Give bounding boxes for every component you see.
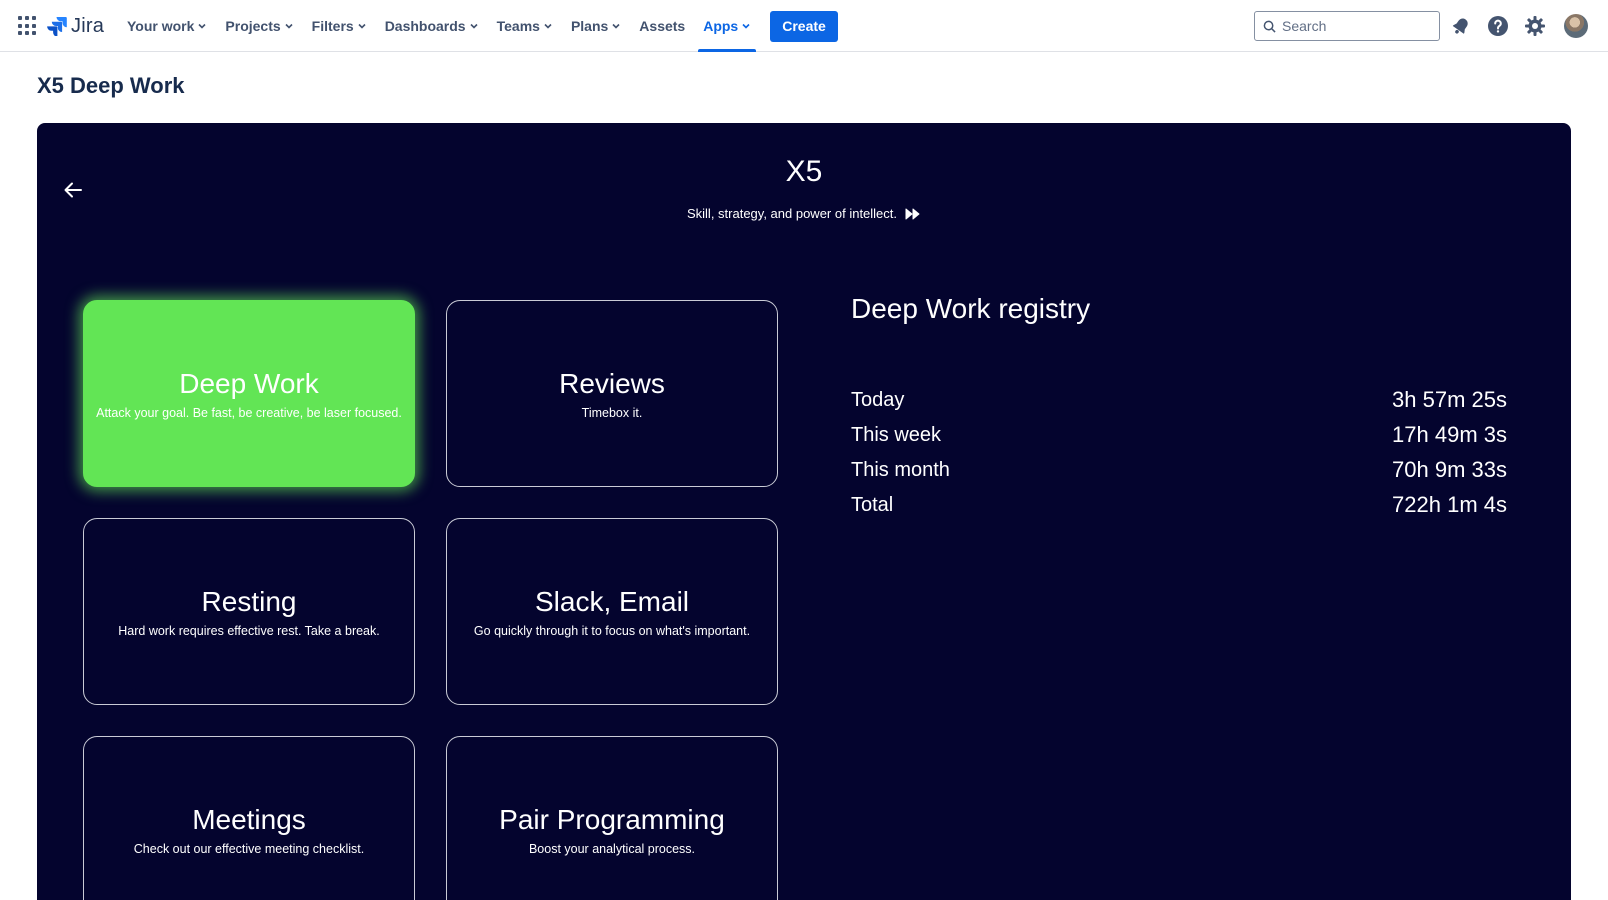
- registry-value: 17h 49m 3s: [1392, 422, 1507, 447]
- help-icon[interactable]: [1486, 14, 1510, 38]
- search-box[interactable]: [1254, 11, 1440, 41]
- nav-label: Projects: [225, 18, 281, 34]
- card-resting[interactable]: Resting Hard work requires effective res…: [83, 518, 415, 705]
- nav-your-work[interactable]: Your work: [118, 0, 216, 52]
- jira-logo[interactable]: Jira: [47, 13, 104, 39]
- nav-filters[interactable]: Filters: [303, 0, 376, 52]
- logo-text: Jira: [71, 14, 105, 37]
- chevron-down-icon: [285, 23, 293, 29]
- app-switcher-icon[interactable]: [18, 16, 38, 36]
- user-avatar[interactable]: [1564, 14, 1588, 38]
- card-title: Reviews: [559, 367, 665, 399]
- registry-row-total: Total 722h 1m 4s: [851, 488, 1507, 522]
- search-input[interactable]: [1282, 18, 1432, 34]
- registry-value: 3h 57m 25s: [1392, 387, 1507, 412]
- card-desc: Boost your analytical process.: [528, 841, 696, 856]
- nav-label: Teams: [496, 18, 540, 34]
- card-meetings[interactable]: Meetings Check out our effective meeting…: [83, 736, 415, 900]
- nav-apps[interactable]: Apps: [694, 0, 760, 52]
- page-title: X5 Deep Work: [37, 73, 185, 98]
- registry-row-today: Today 3h 57m 25s: [851, 383, 1507, 417]
- card-title: Deep Work: [179, 367, 319, 399]
- create-button[interactable]: Create: [770, 10, 838, 42]
- chevron-down-icon: [544, 23, 552, 29]
- hero-title: X5: [785, 155, 823, 188]
- fast-forward-icon[interactable]: [905, 208, 921, 220]
- registry-label: Total: [851, 493, 894, 516]
- nav-plans[interactable]: Plans: [562, 0, 630, 52]
- registry-value: 70h 9m 33s: [1392, 457, 1507, 482]
- card-desc: Hard work requires effective rest. Take …: [118, 623, 380, 638]
- card-title: Resting: [201, 585, 297, 617]
- notification-bell-icon[interactable]: [1449, 14, 1473, 38]
- nav-assets[interactable]: Assets: [630, 0, 694, 52]
- registry-value: 722h 1m 4s: [1392, 492, 1507, 517]
- jira-logo-icon: [47, 17, 67, 36]
- card-desc: Check out our effective meeting checklis…: [133, 841, 365, 856]
- chevron-down-icon: [470, 23, 478, 29]
- nav-label: Apps: [703, 18, 739, 34]
- settings-gear-icon[interactable]: [1523, 14, 1547, 38]
- card-reviews[interactable]: Reviews Timebox it.: [446, 300, 778, 487]
- nav-label: Plans: [570, 18, 609, 34]
- nav-label: Dashboards: [384, 18, 466, 34]
- chevron-down-icon: [198, 23, 206, 29]
- top-navigation: Jira Your work Projects Filters Dashboar…: [0, 0, 1608, 52]
- registry-label: Today: [851, 388, 905, 411]
- chevron-down-icon: [358, 23, 366, 29]
- card-title: Meetings: [192, 803, 306, 835]
- registry-label: This month: [851, 458, 950, 481]
- card-desc: Attack your goal. Be fast, be creative, …: [96, 405, 402, 420]
- chevron-down-icon: [742, 23, 750, 29]
- nav-teams[interactable]: Teams: [488, 0, 562, 52]
- registry-label: This week: [851, 423, 942, 446]
- nav-projects[interactable]: Projects: [216, 0, 302, 52]
- registry-title: Deep Work registry: [851, 293, 1091, 324]
- nav-dashboards[interactable]: Dashboards: [376, 0, 488, 52]
- card-title: Slack, Email: [534, 585, 690, 617]
- card-pair-programming[interactable]: Pair Programming Boost your analytical p…: [446, 736, 778, 900]
- chevron-down-icon: [612, 23, 620, 29]
- primary-nav: Your work Projects Filters Dashboards Te…: [118, 0, 838, 52]
- card-desc: Timebox it.: [581, 405, 643, 420]
- registry-row-this-week: This week 17h 49m 3s: [851, 418, 1507, 452]
- card-slack-email[interactable]: Slack, Email Go quickly through it to fo…: [446, 518, 778, 705]
- hero-subtitle-row: Skill, strategy, and power of intellect.: [37, 206, 1571, 221]
- nav-label: Your work: [127, 18, 195, 34]
- card-desc: Go quickly through it to focus on what's…: [473, 623, 751, 638]
- card-title: Pair Programming: [499, 803, 725, 835]
- nav-label: Filters: [311, 18, 354, 34]
- x5-app-panel: X5 Skill, strategy, and power of intelle…: [37, 123, 1571, 900]
- registry-row-this-month: This month 70h 9m 33s: [851, 453, 1507, 487]
- hero-subtitle: Skill, strategy, and power of intellect.: [686, 206, 898, 221]
- card-deep-work[interactable]: Deep Work Attack your goal. Be fast, be …: [83, 300, 415, 487]
- search-icon: [1263, 20, 1276, 33]
- nav-label: Assets: [639, 18, 686, 34]
